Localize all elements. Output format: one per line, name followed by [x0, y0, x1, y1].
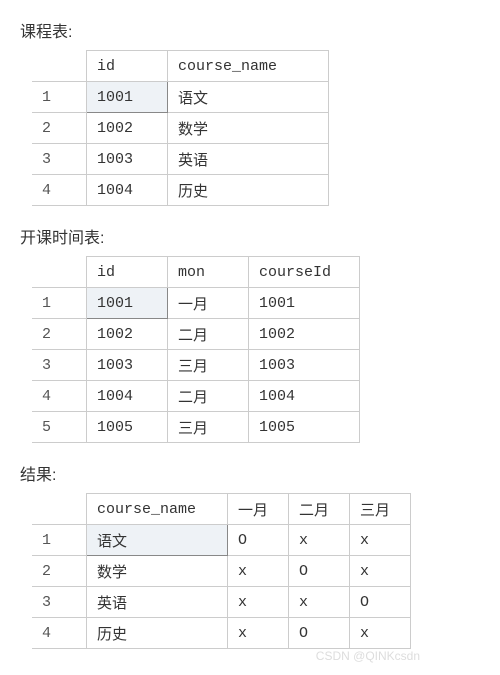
col-id-header: id: [87, 257, 168, 288]
cell-courseid: 1003: [249, 350, 360, 381]
table-row: 5 1005 三月 1005: [32, 412, 360, 443]
cell-m3: O: [350, 587, 411, 618]
cell-mon: 三月: [168, 350, 249, 381]
cell-m2: O: [289, 556, 350, 587]
courses-title: 课程表:: [20, 18, 480, 42]
cell-courseid: 1002: [249, 319, 360, 350]
col-m3-header: 三月: [350, 494, 411, 525]
rownum-cell: 1: [32, 525, 87, 556]
table-row: 4 1004 历史: [32, 175, 329, 206]
col-coursename-header: course_name: [87, 494, 228, 525]
cell-mon: 二月: [168, 319, 249, 350]
table-row: 3 1003 三月 1003: [32, 350, 360, 381]
col-m1-header: 一月: [228, 494, 289, 525]
table-row: 2 1002 数学: [32, 113, 329, 144]
cell-id: 1003: [87, 144, 168, 175]
table-row: 3 英语 x x O: [32, 587, 411, 618]
table-row: 2 数学 x O x: [32, 556, 411, 587]
col-mon-header: mon: [168, 257, 249, 288]
table-row: 4 1004 二月 1004: [32, 381, 360, 412]
rownum-header: [32, 257, 87, 288]
cell-mon: 三月: [168, 412, 249, 443]
schedule-table: id mon courseId 1 1001 一月 1001 2 1002 二月…: [32, 256, 360, 443]
rownum-header: [32, 494, 87, 525]
cell-id: 1005: [87, 412, 168, 443]
result-title: 结果:: [20, 461, 480, 485]
cell-coursename: 英语: [168, 144, 329, 175]
col-id-header: id: [87, 51, 168, 82]
cell-courseid: 1005: [249, 412, 360, 443]
rownum-cell: 2: [32, 113, 87, 144]
rownum-cell: 3: [32, 144, 87, 175]
cell-m2: x: [289, 525, 350, 556]
cell-coursename: 数学: [87, 556, 228, 587]
cell-m1: x: [228, 587, 289, 618]
rownum-cell: 3: [32, 587, 87, 618]
rownum-cell: 2: [32, 319, 87, 350]
table-row: 1 1001 一月 1001: [32, 288, 360, 319]
cell-m2: x: [289, 587, 350, 618]
cell-courseid: 1001: [249, 288, 360, 319]
rownum-cell: 2: [32, 556, 87, 587]
cell-coursename: 语文: [168, 82, 329, 113]
table-row: 3 1003 英语: [32, 144, 329, 175]
cell-id: 1002: [87, 319, 168, 350]
cell-id[interactable]: 1001: [87, 288, 168, 319]
col-m2-header: 二月: [289, 494, 350, 525]
cell-coursename: 英语: [87, 587, 228, 618]
watermark-text: CSDN @QINKcsdn: [20, 649, 420, 663]
rownum-cell: 3: [32, 350, 87, 381]
cell-id: 1004: [87, 381, 168, 412]
cell-coursename: 历史: [168, 175, 329, 206]
cell-mon: 二月: [168, 381, 249, 412]
cell-coursename: 数学: [168, 113, 329, 144]
cell-coursename[interactable]: 语文: [87, 525, 228, 556]
rownum-cell: 1: [32, 288, 87, 319]
rownum-cell: 5: [32, 412, 87, 443]
cell-m1: x: [228, 556, 289, 587]
cell-id: 1002: [87, 113, 168, 144]
cell-m3: x: [350, 525, 411, 556]
courses-table: id course_name 1 1001 语文 2 1002 数学 3 100…: [32, 50, 329, 206]
table-row: 1 语文 O x x: [32, 525, 411, 556]
cell-id[interactable]: 1001: [87, 82, 168, 113]
cell-id: 1004: [87, 175, 168, 206]
schedule-title: 开课时间表:: [20, 224, 480, 248]
col-coursename-header: course_name: [168, 51, 329, 82]
table-row: 2 1002 二月 1002: [32, 319, 360, 350]
rownum-cell: 4: [32, 175, 87, 206]
cell-m1: O: [228, 525, 289, 556]
col-courseid-header: courseId: [249, 257, 360, 288]
rownum-header: [32, 51, 87, 82]
result-table: course_name 一月 二月 三月 1 语文 O x x 2 数学 x O…: [32, 493, 411, 649]
cell-courseid: 1004: [249, 381, 360, 412]
cell-id: 1003: [87, 350, 168, 381]
rownum-cell: 4: [32, 381, 87, 412]
rownum-cell: 1: [32, 82, 87, 113]
cell-mon: 一月: [168, 288, 249, 319]
table-row: 1 1001 语文: [32, 82, 329, 113]
cell-m3: x: [350, 556, 411, 587]
